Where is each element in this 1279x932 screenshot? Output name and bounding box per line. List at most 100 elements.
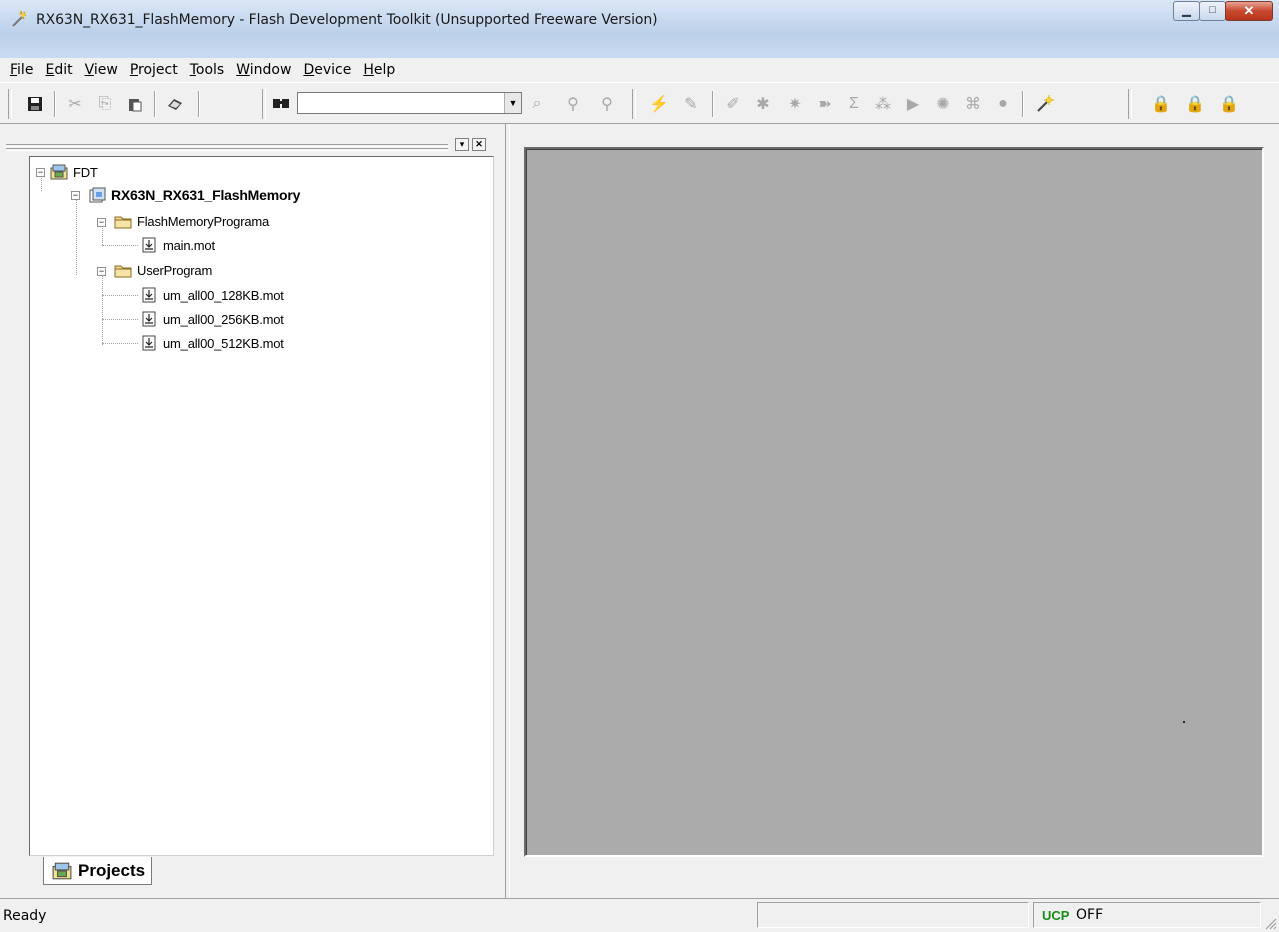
checksum-icon[interactable]: Σ: [843, 93, 865, 115]
find-combo[interactable]: ▼: [297, 92, 522, 114]
collapse-toggle[interactable]: −: [97, 218, 106, 227]
tree-label: UserProgram: [137, 262, 213, 278]
download-file-icon: [142, 311, 156, 327]
paste-icon[interactable]: [124, 93, 146, 115]
workspace-icon: [52, 862, 72, 879]
toolbar-grip[interactable]: [8, 89, 12, 119]
resize-grip-icon[interactable]: [1263, 916, 1277, 930]
tab-projects[interactable]: Projects: [43, 857, 153, 885]
tree-node-folder[interactable]: UserProgram: [114, 259, 212, 281]
upload-icon[interactable]: ➽: [814, 93, 836, 115]
menu-tools[interactable]: Tools: [184, 62, 231, 78]
window-title: RX63N_RX631_FlashMemory - Flash Developm…: [36, 12, 658, 28]
cut-icon[interactable]: ✂: [64, 93, 86, 115]
tree-label: um_all00_512KB.mot: [163, 335, 284, 351]
pane-grip[interactable]: [6, 148, 448, 151]
toolbar: ✂ ⎘ ▼ ⌕ ⚲ ⚲ ⚡ ✎ ✐ ✱ ✷ ➽ Σ ⁂ ▶ ✺ ⌘ ● 🔒 🔒 …: [0, 82, 1279, 124]
maximize-button[interactable]: □: [1199, 1, 1226, 21]
find-icon[interactable]: [270, 93, 292, 115]
wizard-icon[interactable]: [1034, 93, 1056, 115]
erase-icon[interactable]: ✐: [722, 93, 744, 115]
disconnect-icon[interactable]: ✎: [680, 93, 702, 115]
connect-icon[interactable]: ⚡: [648, 93, 670, 115]
minimize-icon: ▁: [1182, 5, 1191, 17]
tree-line: [76, 195, 77, 275]
tree-node-file[interactable]: um_all00_512KB.mot: [140, 332, 284, 354]
menu-view[interactable]: View: [79, 62, 124, 78]
id-icon[interactable]: ⌘: [962, 93, 984, 115]
toolbar-separator: [712, 91, 714, 117]
toolbar-grip[interactable]: [1128, 89, 1132, 119]
tree-node-file[interactable]: um_all00_256KB.mot: [140, 308, 284, 330]
maximize-icon: □: [1209, 4, 1216, 16]
lock-query-icon[interactable]: 🔒: [1184, 93, 1206, 115]
download-file-icon: [142, 237, 156, 253]
tree-line: [102, 275, 103, 345]
blank-check-icon[interactable]: ✷: [784, 93, 806, 115]
menu-window[interactable]: Window: [230, 62, 297, 78]
workspace-pane: ▾ ✕ − FDT − RX63N_RX631_FlashMemory − Fl…: [0, 124, 505, 898]
tree-label: FlashMemoryPrograma: [137, 213, 270, 229]
menu-edit[interactable]: Edit: [39, 62, 78, 78]
lock-clear-icon[interactable]: 🔒: [1218, 93, 1240, 115]
menu-project[interactable]: Project: [124, 62, 184, 78]
chevron-down-icon[interactable]: ▼: [504, 93, 521, 113]
status-panel: [757, 902, 1029, 928]
folder-icon: [114, 216, 132, 229]
close-button[interactable]: ✕: [1225, 1, 1273, 21]
tree-node-root[interactable]: FDT: [50, 161, 98, 183]
menu-help[interactable]: Help: [357, 62, 401, 78]
stop-icon[interactable]: ●: [992, 93, 1014, 115]
tree-label: um_all00_256KB.mot: [163, 311, 284, 327]
pane-grip[interactable]: [6, 144, 448, 147]
collapse-toggle[interactable]: −: [97, 267, 106, 276]
pane-menu-icon[interactable]: ▾: [455, 138, 469, 151]
program-icon[interactable]: ✺: [932, 93, 954, 115]
print-icon[interactable]: [164, 93, 186, 115]
collapse-toggle[interactable]: −: [36, 168, 45, 177]
find-in-files-icon[interactable]: ⌕: [526, 93, 548, 115]
status-text: Ready: [3, 908, 47, 924]
copy-icon[interactable]: ⎘: [94, 93, 116, 115]
status-bar: Ready UCP OFF: [0, 898, 1279, 932]
tree-line: [102, 319, 138, 320]
save-icon[interactable]: [24, 93, 46, 115]
ucp-value: OFF: [1076, 907, 1104, 923]
close-icon: ✕: [1243, 3, 1255, 18]
tab-label: Projects: [78, 860, 146, 880]
lock-check-icon[interactable]: 🔒: [1150, 93, 1172, 115]
tree-line: [102, 245, 138, 246]
find-next-icon[interactable]: ⚲: [562, 93, 584, 115]
menu-device[interactable]: Device: [297, 62, 357, 78]
title-bar[interactable]: RX63N_RX631_FlashMemory - Flash Developm…: [0, 0, 1279, 58]
collapse-toggle[interactable]: −: [71, 191, 80, 200]
toolbar-separator: [198, 91, 200, 117]
erase-blocks-icon[interactable]: ✱: [752, 93, 774, 115]
download-file-icon: [142, 287, 156, 303]
ucp-label: UCP: [1042, 908, 1070, 923]
tree-node-file[interactable]: main.mot: [140, 234, 215, 256]
project-tree[interactable]: − FDT − RX63N_RX631_FlashMemory − FlashM…: [29, 156, 494, 856]
tree-node-project[interactable]: RX63N_RX631_FlashMemory: [88, 184, 300, 206]
pane-close-icon[interactable]: ✕: [472, 138, 486, 151]
tree-node-folder[interactable]: FlashMemoryPrograma: [114, 210, 269, 232]
tree-label: main.mot: [163, 237, 215, 253]
tree-line: [102, 343, 138, 344]
tree-node-file[interactable]: um_all00_128KB.mot: [140, 284, 284, 306]
document-area: [510, 124, 1279, 898]
toolbar-separator: [154, 91, 156, 117]
project-icon: [89, 187, 106, 203]
replace-icon[interactable]: ⚲: [596, 93, 618, 115]
menu-file[interactable]: File: [4, 62, 39, 78]
app-icon: [12, 10, 26, 27]
pane-tabstrip: Projects: [29, 856, 494, 888]
toolbar-separator: [54, 91, 56, 117]
go-icon[interactable]: ⁂: [872, 93, 894, 115]
run-icon[interactable]: ▶: [902, 93, 924, 115]
toolbar-grip[interactable]: [262, 89, 266, 119]
minimize-button[interactable]: ▁: [1173, 1, 1200, 21]
toolbar-separator: [1022, 91, 1024, 117]
tree-label: um_all00_128KB.mot: [163, 287, 284, 303]
toolbar-grip[interactable]: [632, 89, 636, 119]
mdi-workspace[interactable]: [524, 147, 1264, 857]
